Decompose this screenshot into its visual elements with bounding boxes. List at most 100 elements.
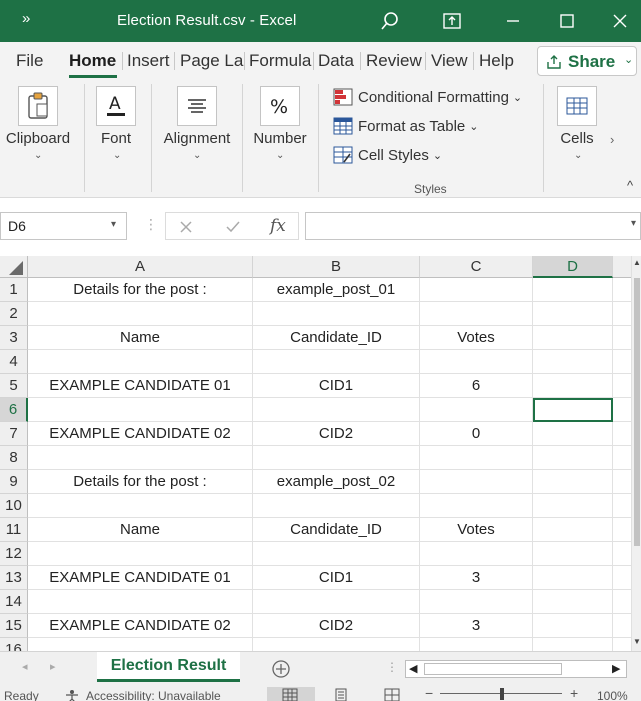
cell[interactable] xyxy=(28,542,253,566)
cell[interactable] xyxy=(613,614,631,638)
cell[interactable]: 3 xyxy=(420,566,533,590)
conditional-formatting-button[interactable]: Conditional Formatting ⌄ xyxy=(333,86,522,108)
ribbon-display-options-icon[interactable] xyxy=(439,8,465,34)
cell[interactable] xyxy=(533,494,613,518)
cell[interactable]: EXAMPLE CANDIDATE 01 xyxy=(28,374,253,398)
page-layout-view-icon[interactable] xyxy=(333,688,349,701)
zoom-slider-thumb[interactable] xyxy=(500,688,504,700)
cell[interactable]: 0 xyxy=(420,422,533,446)
cell[interactable] xyxy=(253,350,420,374)
cell[interactable] xyxy=(613,302,631,326)
quick-access-more-icon[interactable]: » xyxy=(22,10,30,27)
cell[interactable]: Candidate_ID xyxy=(253,326,420,350)
enter-check-icon[interactable] xyxy=(225,220,241,234)
cell[interactable] xyxy=(533,326,613,350)
cell[interactable] xyxy=(28,398,253,422)
tab-help[interactable]: Help xyxy=(479,51,514,71)
cell[interactable] xyxy=(613,638,631,651)
splitter-icon[interactable]: ⋮ xyxy=(386,660,398,674)
font-group-label[interactable]: Font xyxy=(96,130,136,147)
cell[interactable] xyxy=(613,278,631,302)
share-button[interactable]: Share ⌄ xyxy=(537,46,637,76)
cell[interactable] xyxy=(533,350,613,374)
number-group-label[interactable]: Number xyxy=(252,130,308,147)
expand-formula-bar-icon[interactable]: ▾ xyxy=(631,218,636,229)
cell[interactable]: Details for the post : xyxy=(28,278,253,302)
cell[interactable] xyxy=(420,350,533,374)
ribbon-scroll-right-icon[interactable]: › xyxy=(610,132,614,147)
clipboard-group-label[interactable]: Clipboard xyxy=(4,130,72,147)
cell[interactable] xyxy=(533,542,613,566)
horizontal-scroll-thumb[interactable] xyxy=(424,663,562,675)
cell[interactable]: Votes xyxy=(420,326,533,350)
cells-icon[interactable] xyxy=(557,86,597,126)
row-header[interactable]: 10 xyxy=(0,494,28,518)
cell[interactable] xyxy=(28,590,253,614)
cell[interactable] xyxy=(533,590,613,614)
row-header[interactable]: 3 xyxy=(0,326,28,350)
cell[interactable] xyxy=(253,494,420,518)
row-header[interactable]: 5 xyxy=(0,374,28,398)
cell[interactable] xyxy=(533,446,613,470)
row-header[interactable]: 9 xyxy=(0,470,28,494)
scroll-down-icon[interactable]: ▼ xyxy=(633,637,641,646)
cell[interactable]: EXAMPLE CANDIDATE 02 xyxy=(28,422,253,446)
zoom-level[interactable]: 100% xyxy=(597,689,628,701)
maximize-icon[interactable] xyxy=(554,8,580,34)
alignment-group-label[interactable]: Alignment xyxy=(160,130,234,147)
cell[interactable] xyxy=(533,518,613,542)
cell[interactable] xyxy=(420,470,533,494)
column-header-e[interactable] xyxy=(613,256,631,278)
cell[interactable] xyxy=(253,302,420,326)
cell[interactable]: Votes xyxy=(420,518,533,542)
cell[interactable] xyxy=(533,638,613,651)
cells-group-label[interactable]: Cells xyxy=(557,130,597,147)
vertical-scroll-thumb[interactable] xyxy=(634,278,640,546)
cell[interactable]: CID2 xyxy=(253,614,420,638)
cell[interactable] xyxy=(28,302,253,326)
cell[interactable] xyxy=(533,566,613,590)
chevron-down-icon[interactable]: ⌄ xyxy=(574,150,582,161)
cell[interactable] xyxy=(613,566,631,590)
column-header-d[interactable]: D xyxy=(533,256,613,278)
cell[interactable]: example_post_01 xyxy=(253,278,420,302)
cell-styles-button[interactable]: Cell Styles ⌄ xyxy=(333,144,442,166)
cell[interactable] xyxy=(533,470,613,494)
cell[interactable]: EXAMPLE CANDIDATE 02 xyxy=(28,614,253,638)
tab-file[interactable]: File xyxy=(16,51,43,71)
chevron-down-icon[interactable]: ⌄ xyxy=(34,150,42,161)
cell[interactable] xyxy=(253,590,420,614)
close-icon[interactable] xyxy=(607,8,633,34)
name-box[interactable]: D6 ▾ xyxy=(0,212,127,240)
cell[interactable] xyxy=(420,542,533,566)
cell[interactable] xyxy=(533,614,613,638)
sheet-scroll-right-icon[interactable]: ▸ xyxy=(50,660,56,673)
format-as-table-button[interactable]: Format as Table ⌄ xyxy=(333,115,479,137)
scroll-right-icon[interactable]: ▶ xyxy=(612,662,620,675)
cell[interactable]: Candidate_ID xyxy=(253,518,420,542)
normal-view-button[interactable] xyxy=(267,687,315,701)
cell[interactable] xyxy=(613,374,631,398)
cell[interactable] xyxy=(613,470,631,494)
collapse-ribbon-icon[interactable]: ^ xyxy=(627,178,633,193)
scroll-up-icon[interactable]: ▲ xyxy=(633,258,641,267)
row-header[interactable]: 4 xyxy=(0,350,28,374)
cell[interactable] xyxy=(613,542,631,566)
number-format-icon[interactable]: % xyxy=(260,86,300,126)
row-header[interactable]: 11 xyxy=(0,518,28,542)
cell[interactable] xyxy=(28,638,253,651)
row-header[interactable]: 14 xyxy=(0,590,28,614)
cell[interactable] xyxy=(28,350,253,374)
page-break-preview-icon[interactable] xyxy=(384,688,400,701)
cell[interactable] xyxy=(28,446,253,470)
tab-data[interactable]: Data xyxy=(318,51,354,71)
clipboard-icon[interactable] xyxy=(18,86,58,126)
row-header[interactable]: 15 xyxy=(0,614,28,638)
formula-input[interactable]: ▾ xyxy=(305,212,641,240)
cell[interactable]: example_post_02 xyxy=(253,470,420,494)
sheet-scroll-left-icon[interactable]: ◂ xyxy=(22,660,28,673)
cell[interactable] xyxy=(253,446,420,470)
cell[interactable]: 3 xyxy=(420,614,533,638)
cell[interactable] xyxy=(420,590,533,614)
cell[interactable] xyxy=(28,494,253,518)
